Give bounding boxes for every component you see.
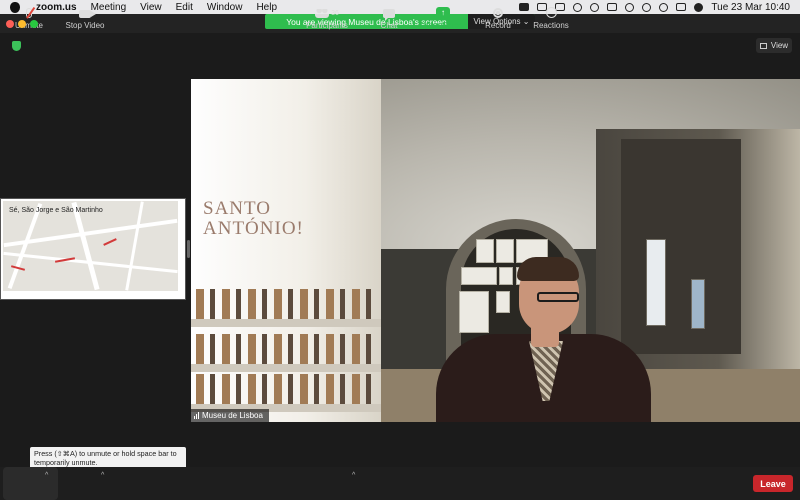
unmute-tooltip: Press (⇧⌘A) to unmute or hold space bar … (30, 447, 186, 469)
video-figurines (196, 289, 376, 319)
share-screen-button[interactable]: ↑ Share Screen (415, 0, 471, 33)
record-button[interactable]: Record (480, 0, 516, 33)
video-frame (461, 267, 497, 285)
reactions-label: Reactions (533, 21, 569, 30)
video-shelf (191, 364, 381, 372)
participant-name-label: Museu de Lisboa (191, 409, 269, 422)
reactions-smiley-icon (545, 7, 557, 18)
menu-view[interactable]: View (140, 2, 162, 13)
unmute-button[interactable]: Unmute (8, 0, 50, 33)
video-figurines (196, 374, 376, 404)
reactions-button[interactable]: Reactions (528, 0, 574, 33)
video-lightbox (691, 279, 705, 329)
video-frame (496, 239, 514, 263)
video-case-text: SANTO ANTÓNIO! (203, 198, 304, 239)
video-frame (459, 291, 489, 333)
participants-icon-row: 36 (315, 9, 339, 18)
control-center-icon[interactable] (676, 3, 687, 11)
record-icon (493, 8, 503, 18)
menu-window[interactable]: Window (207, 2, 243, 13)
grid-icon (759, 42, 767, 49)
menu-edit[interactable]: Edit (176, 2, 193, 13)
wifi-icon[interactable] (625, 2, 635, 12)
battery-icon[interactable] (607, 3, 618, 11)
camera-icon (79, 10, 96, 18)
participants-options-chevron-icon[interactable]: ^ (352, 472, 355, 479)
video-frame (499, 267, 513, 285)
split-drag-handle[interactable] (187, 240, 190, 258)
share-screen-icon: ↑ (436, 7, 450, 18)
leave-button[interactable]: Leave (753, 475, 793, 492)
chat-icon (383, 9, 395, 21)
reactions-icon-row (545, 7, 557, 18)
participants-button[interactable]: 36 Participants (302, 0, 352, 33)
video-right-panel (621, 139, 741, 354)
participants-icon (315, 9, 330, 18)
unmute-highlight (3, 467, 58, 500)
volume-icon[interactable] (573, 2, 583, 12)
map-label: Sé, São Jorge e São Martinho (9, 207, 103, 214)
video-display-case: SANTO ANTÓNIO! (191, 79, 381, 422)
video-figurines (196, 334, 376, 364)
video-icon-row (79, 10, 96, 18)
menu-help[interactable]: Help (256, 2, 277, 13)
shared-map-thumbnail[interactable]: Sé, São Jorge e São Martinho (0, 198, 186, 300)
signal-bars-icon (194, 412, 199, 419)
bluetooth-icon[interactable] (590, 2, 600, 12)
participants-label: Participants (306, 21, 348, 30)
video-person-hair (517, 257, 579, 281)
chat-label: Chat (380, 21, 398, 30)
map-image (3, 201, 178, 291)
chat-icon-row (383, 9, 395, 21)
audio-options-chevron-icon[interactable]: ^ (45, 472, 48, 479)
view-button-label: View (770, 41, 789, 50)
record-icon-row (493, 8, 503, 18)
stop-video-button[interactable]: Stop Video (62, 0, 108, 33)
mic-muted-icon (26, 6, 35, 19)
video-person-glasses (537, 292, 579, 302)
video-shelf (191, 319, 381, 327)
minimize-window-icon[interactable] (18, 20, 26, 28)
participants-count: 36 (331, 10, 339, 17)
view-button[interactable]: View (756, 38, 792, 53)
search-icon[interactable] (659, 2, 669, 12)
fullscreen-window-icon[interactable] (30, 20, 38, 28)
clock[interactable]: Tue 23 Mar 10:40 (711, 2, 790, 13)
video-frame (496, 291, 510, 313)
stop-video-label: Stop Video (65, 21, 105, 30)
record-label: Record (485, 21, 511, 30)
security-shield-icon[interactable] (12, 41, 21, 51)
chat-button[interactable]: Chat (372, 0, 406, 33)
share-screen-label: Share Screen (418, 21, 468, 30)
siri-icon[interactable] (694, 2, 704, 12)
close-window-icon[interactable] (6, 20, 14, 28)
participant-video[interactable]: SANTO ANTÓNIO! (191, 79, 800, 422)
video-lightbox (646, 239, 666, 326)
user-icon[interactable] (642, 2, 652, 12)
video-frame (476, 239, 494, 263)
share-icon-row: ↑ (436, 7, 450, 18)
unmute-icon-row (26, 6, 35, 19)
participant-name: Museu de Lisboa (202, 411, 263, 420)
video-options-chevron-icon[interactable]: ^ (101, 472, 104, 479)
meeting-toolbar (0, 467, 800, 500)
